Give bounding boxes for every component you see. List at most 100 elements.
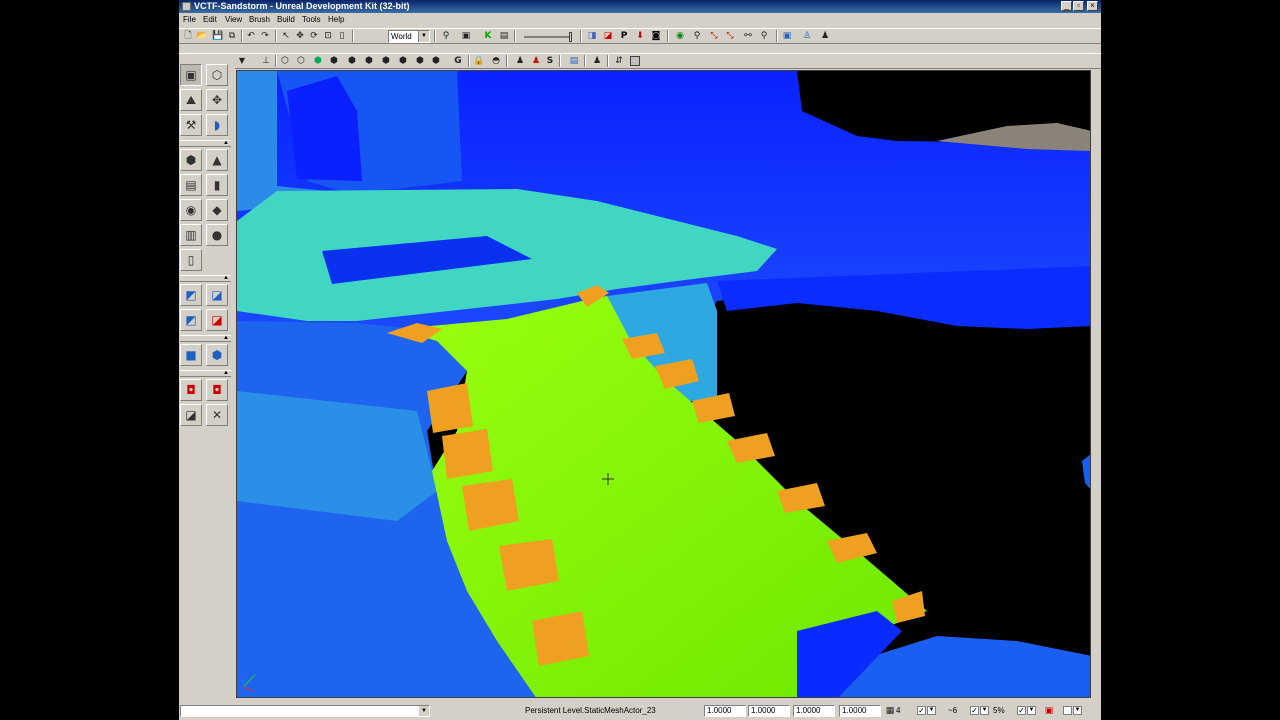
light-complexity-icon[interactable]: ⬢: [380, 55, 392, 67]
drag-grid-z[interactable]: 1.0000: [793, 705, 835, 717]
show-all-tool[interactable]: ✕: [206, 404, 228, 426]
csg-add-tool[interactable]: ◩: [180, 284, 202, 306]
new-map-icon[interactable]: 🗋: [182, 30, 194, 42]
collapse-icon[interactable]: ▲: [223, 335, 229, 341]
toggle-icon-b[interactable]: ⤡: [724, 30, 736, 42]
game-view-icon[interactable]: G: [452, 55, 464, 67]
save-icon[interactable]: 💾: [212, 30, 224, 42]
toggle-icon-c[interactable]: ⚯: [742, 30, 754, 42]
menu-brush[interactable]: Brush: [249, 13, 270, 27]
drag-grid-w[interactable]: 1.0000: [839, 705, 881, 717]
menu-build[interactable]: Build: [277, 13, 295, 27]
grid-snap-checkbox[interactable]: ✓: [917, 706, 926, 715]
csg-group-header[interactable]: ▲: [180, 275, 231, 282]
menu-help[interactable]: Help: [328, 13, 344, 27]
actor-icon[interactable]: ♟: [514, 55, 526, 67]
rotation-dropdown-arrow[interactable]: ▼: [980, 706, 989, 715]
visibility-group-header[interactable]: ▲: [180, 370, 231, 377]
add-special-brush-tool[interactable]: ⬢: [206, 344, 228, 366]
matinee-icon[interactable]: ▤: [498, 30, 510, 42]
wireframe-icon[interactable]: ⬡: [295, 55, 307, 67]
cube-brush-tool[interactable]: ⬢: [180, 149, 202, 171]
redo-icon[interactable]: ↷: [259, 30, 271, 42]
texture-align-tool[interactable]: ✥: [206, 89, 228, 111]
spiral-stair-brush-tool[interactable]: ▥: [180, 224, 202, 246]
screenshot-icon[interactable]: ▣: [781, 30, 793, 42]
rotation-snap-checkbox[interactable]: ✓: [970, 706, 979, 715]
build-paths-icon[interactable]: P: [618, 30, 630, 42]
collapse-icon[interactable]: ▲: [223, 140, 229, 146]
option-checkbox[interactable]: [1063, 706, 1072, 715]
volumetric-brush-tool[interactable]: ▯: [180, 249, 202, 271]
menu-tools[interactable]: Tools: [302, 13, 321, 27]
open-map-icon[interactable]: 📂: [196, 30, 208, 42]
chevron-down-icon[interactable]: ▼: [419, 706, 429, 716]
drag-grid-x[interactable]: 1.0000: [704, 705, 746, 717]
option-dropdown-arrow[interactable]: ▼: [1073, 706, 1082, 715]
mesh-paint-tool[interactable]: ⚒: [180, 114, 202, 136]
viewport-menu-icon[interactable]: ▼: [236, 55, 248, 67]
linear-stair-brush-tool[interactable]: ▤: [180, 174, 202, 196]
streaming-volume-icon[interactable]: ♟: [530, 55, 542, 67]
perspective-icon[interactable]: ⊥: [260, 55, 272, 67]
shader-complexity-icon[interactable]: ⬢: [414, 55, 426, 67]
minimize-button[interactable]: _: [1061, 1, 1072, 11]
perspective-viewport[interactable]: [236, 70, 1091, 698]
hide-selected-tool[interactable]: ◘: [206, 379, 228, 401]
toggle-icon-a[interactable]: ⤡: [708, 30, 720, 42]
unlit-icon[interactable]: ⬢: [312, 55, 324, 67]
camera-mode-tool[interactable]: ▣: [180, 64, 202, 86]
sphere-brush-tool[interactable]: ●: [206, 224, 228, 246]
scale-snap-checkbox[interactable]: ✓: [1017, 706, 1026, 715]
lightmap-density-icon[interactable]: ⬢: [430, 55, 442, 67]
scale-mode-icon[interactable]: ⊡: [322, 30, 334, 42]
content-browser-icon[interactable]: ▣: [460, 30, 472, 42]
build-geometry-icon[interactable]: ◨: [586, 30, 598, 42]
menu-edit[interactable]: Edit: [203, 13, 217, 27]
brush-group-header[interactable]: ▲: [180, 140, 231, 147]
csg-intersect-tool[interactable]: ◩: [180, 309, 202, 331]
drag-grid-y[interactable]: 1.0000: [748, 705, 790, 717]
actor-lock-icon[interactable]: ♟: [591, 55, 603, 67]
geometry-mode-tool[interactable]: ⬡: [206, 64, 228, 86]
volume-group-header[interactable]: ▲: [180, 335, 231, 342]
detail-lighting-icon[interactable]: ⬢: [346, 55, 358, 67]
camera-speed-icon[interactable]: ▤: [568, 55, 580, 67]
collapse-icon[interactable]: ▲: [223, 275, 229, 281]
maximize-button[interactable]: ▫: [1073, 1, 1084, 11]
app-icon[interactable]: [182, 2, 191, 11]
cylinder-brush-tool[interactable]: ▮: [206, 174, 228, 196]
translate-mode-icon[interactable]: ✥: [294, 30, 306, 42]
slider-handle[interactable]: [569, 32, 572, 42]
add-volume-tool[interactable]: ■: [180, 344, 202, 366]
actor-person-icon[interactable]: ♙: [801, 30, 813, 42]
realtime-icon[interactable]: ◓: [490, 55, 502, 67]
actor-pawn-icon[interactable]: ♟: [819, 30, 831, 42]
autosave-icon[interactable]: ▣: [1043, 705, 1055, 717]
toggle-icon-d[interactable]: ⚲: [758, 30, 770, 42]
curved-stair-brush-tool[interactable]: ◉: [180, 199, 202, 221]
select-inverse-tool[interactable]: ◪: [180, 404, 202, 426]
menu-file[interactable]: File: [183, 13, 196, 27]
collapse-icon[interactable]: ▲: [223, 370, 229, 376]
restore-viewport-icon[interactable]: ⇵: [613, 55, 625, 67]
csg-deintersect-tool[interactable]: ◪: [206, 309, 228, 331]
stat-icon[interactable]: S: [544, 55, 556, 67]
maximize-viewport-icon[interactable]: [630, 56, 640, 66]
cone-brush-tool[interactable]: ▲: [206, 149, 228, 171]
build-all-icon[interactable]: ◙: [650, 30, 662, 42]
lit-icon[interactable]: ⬢: [328, 55, 340, 67]
lock-icon[interactable]: 🔒: [473, 55, 485, 67]
chevron-down-icon[interactable]: ▼: [418, 31, 429, 42]
search-binoculars-icon[interactable]: ⚲: [440, 30, 452, 42]
save-all-icon[interactable]: ⧉: [226, 30, 238, 42]
brush-wireframe-icon[interactable]: ⬡: [279, 55, 291, 67]
lighting-only-icon[interactable]: ⬢: [363, 55, 375, 67]
build-cover-icon[interactable]: ⬇: [634, 30, 646, 42]
command-input[interactable]: ▼: [180, 705, 430, 717]
scale-dropdown-arrow[interactable]: ▼: [1027, 706, 1036, 715]
close-button[interactable]: ×: [1087, 1, 1098, 11]
grid-dropdown-arrow[interactable]: ▼: [927, 706, 936, 715]
static-mesh-tool[interactable]: ◗: [206, 114, 228, 136]
show-selected-tool[interactable]: ◘: [180, 379, 202, 401]
